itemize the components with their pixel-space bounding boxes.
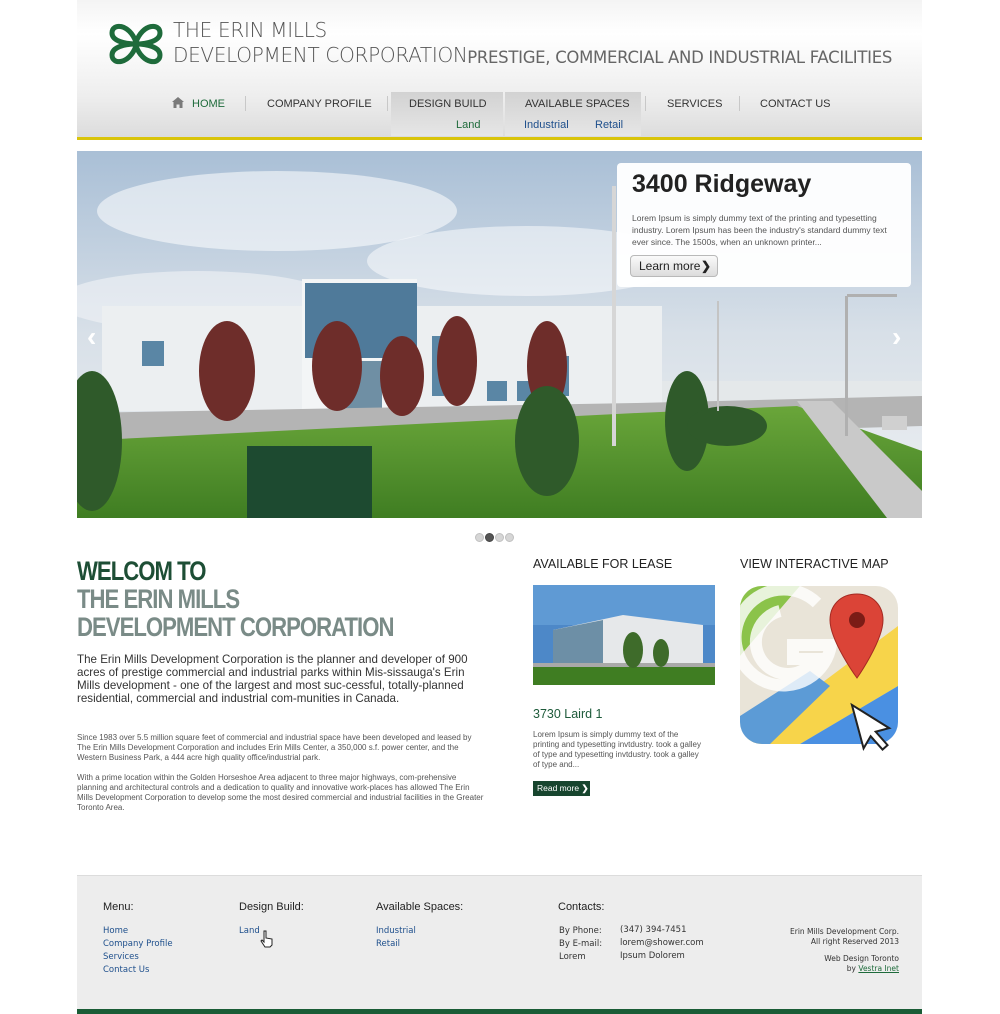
chevron-right-icon: ❯ xyxy=(581,783,589,793)
lease-property-photo[interactable] xyxy=(533,585,715,685)
copyright-line1: Erin Mills Development Corp. xyxy=(790,927,899,936)
company-name[interactable]: THE ERIN MILLS DEVELOPMENT CORPORATION xyxy=(173,18,468,68)
read-more-label: Read more xyxy=(537,783,580,793)
slider-next-arrow[interactable]: › xyxy=(892,321,901,353)
lease-property-name[interactable]: 3730 Laird 1 xyxy=(533,707,603,721)
learn-more-label: Learn more xyxy=(639,259,701,273)
map-heading: VIEW INTERACTIVE MAP xyxy=(740,557,889,571)
nav-sub-industrial[interactable]: Industrial xyxy=(524,119,569,131)
slider-dot[interactable] xyxy=(475,533,484,542)
nav-divider xyxy=(645,96,646,111)
nav-sub-land[interactable]: Land xyxy=(456,119,480,131)
nav-contact-us[interactable]: CONTACT US xyxy=(760,92,840,136)
clover-logo-icon[interactable] xyxy=(107,15,165,73)
home-icon xyxy=(172,97,184,108)
hero-title: 3400 Ridgeway xyxy=(632,170,812,198)
company-name-line2: DEVELOPMENT CORPORATION xyxy=(173,43,468,67)
nav-divider xyxy=(245,96,246,111)
footer-link-home[interactable]: Home xyxy=(103,926,128,936)
header: THE ERIN MILLS DEVELOPMENT CORPORATION P… xyxy=(77,0,922,137)
lease-heading: AVAILABLE FOR LEASE xyxy=(533,557,673,571)
google-maps-icon[interactable] xyxy=(740,586,922,768)
credit-line: Web Design Toronto xyxy=(824,954,899,963)
footer-link-industrial[interactable]: Industrial xyxy=(376,926,416,936)
learn-more-button[interactable]: Learn more ❯ xyxy=(630,255,718,277)
nav-divider xyxy=(739,96,740,111)
footer-spaces-heading: Available Spaces: xyxy=(376,901,464,913)
credit-link[interactable]: Vestra Inet xyxy=(858,964,899,973)
nav-services[interactable]: SERVICES xyxy=(667,92,727,136)
welcome-paragraph: With a prime location within the Golden … xyxy=(77,773,484,812)
read-more-button[interactable]: Read more ❯ xyxy=(533,781,590,796)
nav-company-profile-label: COMPANY PROFILE xyxy=(267,98,372,110)
nav-design-build-label: DESIGN BUILD xyxy=(409,98,487,110)
chevron-right-icon: ❯ xyxy=(700,259,711,273)
nav-home-label: HOME xyxy=(192,98,225,110)
hand-cursor-icon xyxy=(260,930,273,948)
slider-prev-arrow[interactable]: ‹ xyxy=(87,321,96,353)
footer-link-land[interactable]: Land xyxy=(239,926,260,936)
lease-description: Lorem Ipsum is simply dummy text of the … xyxy=(533,730,701,769)
nav-available-spaces-label: AVAILABLE SPACES xyxy=(525,98,630,110)
slider-dot[interactable] xyxy=(505,533,514,542)
nav-contact-us-label: CONTACT US xyxy=(760,98,831,110)
footer-design-heading: Design Build: xyxy=(239,901,304,913)
footer-menu-heading: Menu: xyxy=(103,901,134,913)
slider-pagination xyxy=(475,529,515,547)
nav-divider xyxy=(387,96,388,111)
phone-label: By Phone: xyxy=(559,926,602,936)
welcome-heading-line3: DEVELOPMENT CORPORATION xyxy=(77,612,394,642)
hero-text: Lorem Ipsum is simply dummy text of the … xyxy=(632,213,887,247)
footer-link-retail[interactable]: Retail xyxy=(376,939,400,949)
phone-value[interactable]: (347) 394-7451 xyxy=(620,925,686,935)
nav-services-label: SERVICES xyxy=(667,98,723,110)
footer-contacts-heading: Contacts: xyxy=(558,901,605,913)
slider-dot-active[interactable] xyxy=(485,533,494,542)
header-accent-line xyxy=(77,137,922,140)
email-value[interactable]: lorem@shower.com xyxy=(620,938,704,948)
nav-company-profile[interactable]: COMPANY PROFILE xyxy=(267,92,377,136)
nav-design-build[interactable]: DESIGN BUILD Land xyxy=(391,92,503,136)
copyright-line2: All right Reserved 2013 xyxy=(810,937,899,946)
hero-slider[interactable]: 3400 Ridgeway Lorem Ipsum is simply dumm… xyxy=(77,151,922,518)
nav-sub-retail[interactable]: Retail xyxy=(595,119,623,131)
company-name-line1: THE ERIN MILLS xyxy=(173,18,327,42)
credit-by-label: by xyxy=(846,964,856,973)
welcome-paragraph: Since 1983 over 5.5 million square feet … xyxy=(77,733,472,762)
email-label: By E-mail: xyxy=(559,939,603,949)
hero-caption-card: 3400 Ridgeway Lorem Ipsum is simply dumm… xyxy=(617,163,911,287)
footer-link-contact-us[interactable]: Contact Us xyxy=(103,965,149,975)
credit-by: by Vestra Inet xyxy=(847,964,899,973)
tagline: PRESTIGE, COMMERCIAL AND INDUSTRIAL FACI… xyxy=(467,48,892,67)
footer: Menu: Home Company Profile Services Cont… xyxy=(77,875,922,1010)
welcome-heading-line1: WELCOM TO xyxy=(77,556,206,586)
lorem-value: Ipsum Dolorem xyxy=(620,951,685,961)
lorem-label: Lorem xyxy=(559,952,586,962)
nav-home[interactable]: HOME xyxy=(172,92,232,136)
footer-link-company-profile[interactable]: Company Profile xyxy=(103,939,173,949)
nav-available-spaces[interactable]: AVAILABLE SPACES Industrial Retail xyxy=(505,92,641,136)
footer-bottom-bar xyxy=(77,1009,922,1014)
slider-dot[interactable] xyxy=(495,533,504,542)
footer-link-services[interactable]: Services xyxy=(103,952,139,962)
welcome-intro: The Erin Mills Development Corporation i… xyxy=(77,653,468,705)
welcome-heading-line2: THE ERIN MILLS xyxy=(77,584,240,614)
